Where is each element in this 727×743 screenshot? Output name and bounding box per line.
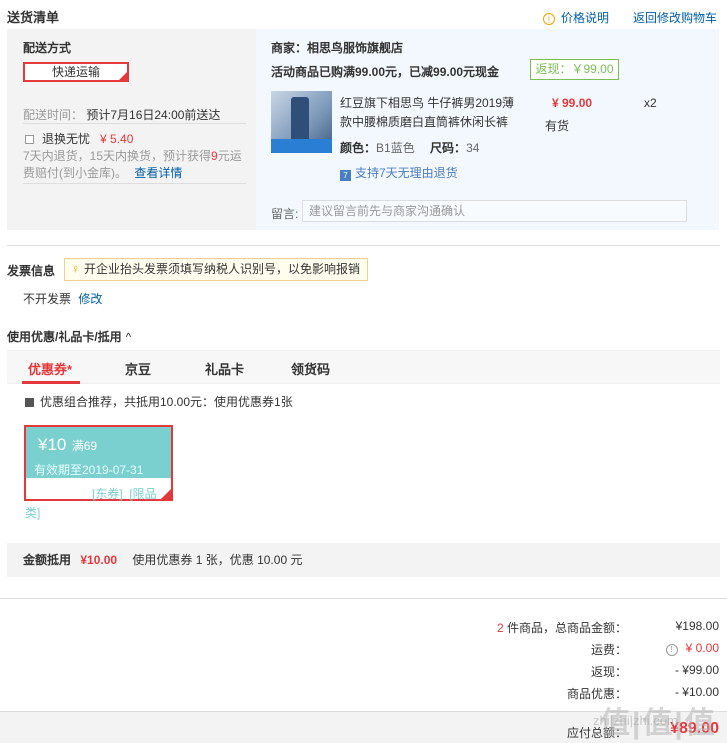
watermark-url: zhi|zhi|zhi.com [593,713,678,728]
lightbulb-icon: ♀ [71,262,80,276]
coupon-tabbar [7,350,720,384]
summary-cashback-label: 返现： [590,665,627,679]
summary-count: 2 件商品，总商品金额： [496,621,627,635]
info-icon: ! [543,13,555,25]
summary-discount: - ¥10.00 [674,685,719,699]
shipping-method-label: 配送方式 [23,41,72,55]
invoice-edit-link[interactable]: 修改 [78,292,102,306]
insurance-checkbox[interactable] [25,135,34,144]
tab-pickup-code[interactable]: 领货码 [291,359,330,378]
coupon-tags: [东券] [限品 [92,487,157,501]
divider [23,183,246,184]
tab-coupons[interactable]: 优惠券* [28,359,72,378]
delivery-time: 配送时间： 预计7月16日24:00前送达 [23,108,221,122]
insurance-option[interactable]: 退换无忧 ¥ 5.40 [25,130,133,147]
tab-jingdou[interactable]: 京豆 [125,359,151,378]
product-name[interactable]: 红豆旗下相思鸟 牛仔裤男2019薄 款中腰棉质磨白直筒裤休闲长裤 [340,94,522,132]
express-shipping-button[interactable]: 快递运输 [23,62,129,82]
coupon-condition: 满69 [71,439,98,453]
info-icon[interactable]: ! [665,644,678,656]
coupon-deduct: 金额抵用 ¥10.00 使用优惠券 1 张，优惠 10.00 元 [23,553,303,567]
invoice-tip: ♀ 开企业抬头发票须填写纳税人识别号，以免影响报销 [64,258,368,281]
summary-total: ¥198.00 [675,619,719,633]
price-explain-link[interactable]: ! 价格说明 [543,9,609,26]
cashback-badge: 返现：￥99.00 [530,59,619,80]
coupon-section-title[interactable]: 使用优惠/礼品卡/抵用 ^ [7,328,131,345]
invoice-title: 发票信息 [7,264,56,278]
product-attrs: 颜色：B1蓝色 尺码：34 [340,141,480,155]
invoice-value: 不开发票 修改 [23,292,103,306]
delivery-list-title: 送货清单 [7,10,60,25]
tab-giftcard[interactable]: 礼品卡 [205,359,244,378]
promo-text: 活动商品已购满99.00元，已减99.00元现金 [271,65,500,79]
back-to-cart-link[interactable]: 返回修改购物车 [633,9,717,26]
combo-checkbox[interactable] [25,398,34,407]
message-label: 留言: [271,207,299,221]
product-image[interactable] [271,91,332,153]
combo-recommend[interactable]: 优惠组合推荐，共抵用10.00元：使用优惠券1张 [25,393,293,410]
message-input[interactable]: 建议留言前先与商家沟通确认 [302,200,687,222]
active-tab-indicator [22,381,80,384]
stock-status: 有货 [545,119,570,133]
coupon-expiry: 有效期至2019-07-31 [34,463,144,477]
summary-cashback: - ¥99.00 [674,663,719,677]
divider [0,598,727,599]
coupon-card[interactable]: ¥10 满69 有效期至2019-07-31 [东券] [限品 [24,425,173,501]
insurance-desc: 7天内退货，15天内换货，预计获得9元运 费赔付(到小金库)。 查看详情 [23,149,242,180]
details-link[interactable]: 查看详情 [134,166,182,180]
summary-shipping-label: 运费： [590,643,627,657]
divider [23,123,246,124]
shop-name: 商家：相思鸟服饰旗舰店 [271,41,404,55]
divider [7,245,720,246]
coupon-tags-wrap: 类] [25,506,41,520]
summary-shipping: ! ¥ 0.00 [619,641,719,656]
coupon-amount: ¥10 [38,435,67,454]
product-qty: x2 [644,96,657,110]
chevron-up-icon: ^ [125,330,132,344]
product-price: ¥ 99.00 [552,96,593,110]
return-icon: 7 [340,170,351,181]
return-policy: 7 支持7天无理由退货 [340,164,458,181]
summary-discount-label: 商品优惠： [566,687,627,701]
